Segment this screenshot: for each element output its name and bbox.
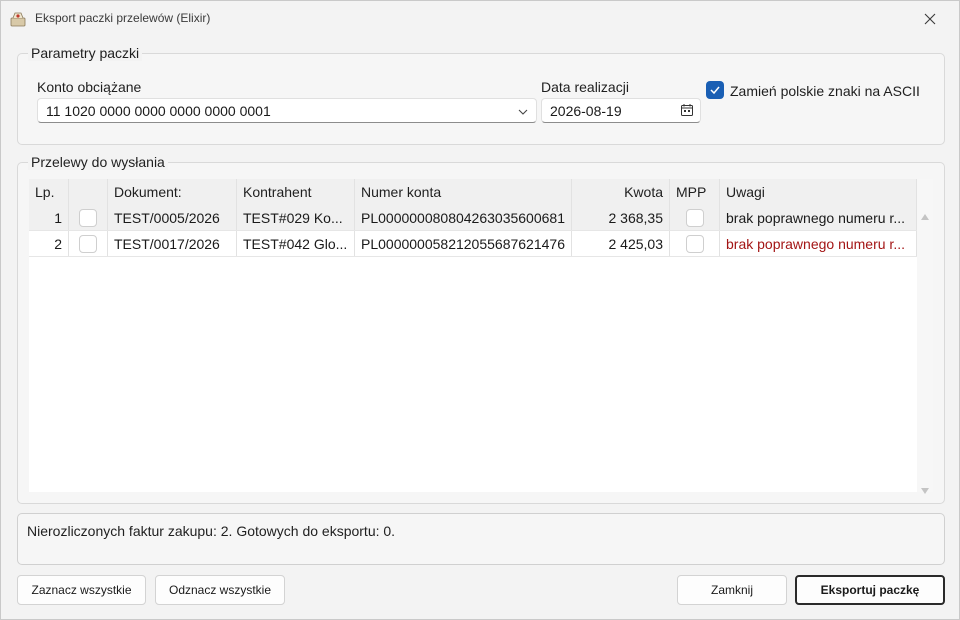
col-dokument[interactable]: Dokument: [108,179,237,205]
cell-lp: 2 [29,231,69,256]
select-all-button[interactable]: Zaznacz wszystkie [17,575,146,605]
col-mpp[interactable]: MPP [670,179,720,205]
title-bar: Eksport paczki przelewów (Elixir) [1,1,959,37]
export-dialog: Eksport paczki przelewów (Elixir) Parame… [0,0,960,620]
cell-lp: 1 [29,205,69,230]
col-kwota[interactable]: Kwota [572,179,670,205]
cell-mpp[interactable] [670,205,720,230]
transfers-table: Lp. Dokument: Kontrahent Numer konta Kwo… [29,179,933,494]
mpp-checkbox[interactable] [685,234,704,253]
scroll-down-icon[interactable] [921,481,929,497]
col-lp[interactable]: Lp. [29,179,69,205]
cell-kontrahent: TEST#042 Glo... [237,231,355,256]
chevron-down-icon [517,105,529,121]
account-combobox[interactable]: 11 1020 0000 0000 0000 0000 0001 [37,98,537,123]
cell-check[interactable] [69,231,108,256]
checkmark-icon [710,86,720,95]
cell-kwota: 2 425,03 [572,231,670,256]
close-button[interactable]: Zamknij [677,575,787,605]
status-box: Nierozliczonych faktur zakupu: 2. Gotowy… [17,513,945,565]
cell-numer-konta: PL000000080804263035600681 [355,205,572,230]
ascii-label[interactable]: Zamień polskie znaki na ASCII [730,83,920,99]
app-icon [10,11,26,27]
cell-dokument: TEST/0005/2026 [108,205,237,230]
export-button[interactable]: Eksportuj paczkę [795,575,945,605]
close-icon [924,13,936,25]
table-header: Lp. Dokument: Kontrahent Numer konta Kwo… [29,179,917,205]
date-picker[interactable]: 2026-08-19 [541,98,701,123]
params-group-title: Parametry paczki [28,45,143,61]
col-numer-konta[interactable]: Numer konta [355,179,572,205]
account-label: Konto obciążane [37,79,142,95]
scroll-up-icon[interactable] [921,207,929,223]
cell-kontrahent: TEST#029 Ko... [237,205,355,230]
deselect-all-button[interactable]: Odznacz wszystkie [155,575,285,605]
cell-kwota: 2 368,35 [572,205,670,230]
transfers-group-title: Przelewy do wysłania [28,154,168,170]
col-kontrahent[interactable]: Kontrahent [237,179,355,205]
close-window-button[interactable] [907,3,953,35]
table-row[interactable]: 2 TEST/0017/2026 TEST#042 Glo... PL00000… [29,231,917,257]
date-value: 2026-08-19 [550,103,622,119]
status-text: Nierozliczonych faktur zakupu: 2. Gotowy… [27,523,396,539]
cell-numer-konta: PL000000058212055687621476 [355,231,572,256]
date-label: Data realizacji [541,79,629,95]
cell-check[interactable] [69,205,108,230]
ascii-checkbox[interactable] [706,81,724,99]
mpp-checkbox[interactable] [685,208,704,227]
cell-dokument: TEST/0017/2026 [108,231,237,256]
calendar-icon[interactable] [680,103,694,120]
row-checkbox[interactable] [79,234,97,253]
vertical-scrollbar[interactable] [917,179,933,492]
row-checkbox[interactable] [79,208,97,227]
col-uwagi[interactable]: Uwagi [720,179,917,205]
window-title: Eksport paczki przelewów (Elixir) [35,11,211,25]
table-row[interactable]: 1 TEST/0005/2026 TEST#029 Ko... PL000000… [29,205,917,231]
account-value: 11 1020 0000 0000 0000 0000 0001 [46,103,271,119]
col-check[interactable] [69,179,108,205]
cell-uwagi: brak poprawnego numeru r... [720,205,917,230]
cell-mpp[interactable] [670,231,720,256]
cell-uwagi-warning: brak poprawnego numeru r... [720,231,917,256]
